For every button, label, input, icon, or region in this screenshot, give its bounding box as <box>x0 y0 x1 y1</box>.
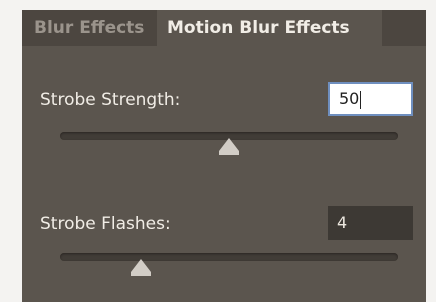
strobe-strength-value: 50 <box>339 89 360 108</box>
strobe-flashes-slider-thumb-base[interactable] <box>131 272 152 276</box>
strobe-flashes-slider-track[interactable] <box>60 253 398 261</box>
strobe-strength-slider-thumb[interactable] <box>219 138 239 151</box>
strobe-strength-slider-thumb-base[interactable] <box>219 151 239 155</box>
tab-motion-blur-effects[interactable]: Motion Blur Effects <box>157 10 382 46</box>
strobe-flashes-value: 4 <box>337 213 348 232</box>
text-caret <box>360 90 362 109</box>
strobe-strength-label: Strobe Strength: <box>40 90 181 110</box>
tab-bar: Blur Effects Motion Blur Effects <box>22 10 426 46</box>
strobe-flashes-slider-thumb[interactable] <box>131 259 152 272</box>
tab-blur-effects[interactable]: Blur Effects <box>22 10 156 46</box>
strobe-flashes-label: Strobe Flashes: <box>40 214 171 234</box>
strobe-strength-input[interactable]: 50 <box>328 82 413 116</box>
effects-dialog: Blur Effects Motion Blur Effects Strobe … <box>0 0 436 302</box>
strobe-flashes-input[interactable]: 4 <box>328 206 413 240</box>
motion-blur-panel: Strobe Strength: 50 Strobe Flashes: 4 <box>22 46 426 302</box>
